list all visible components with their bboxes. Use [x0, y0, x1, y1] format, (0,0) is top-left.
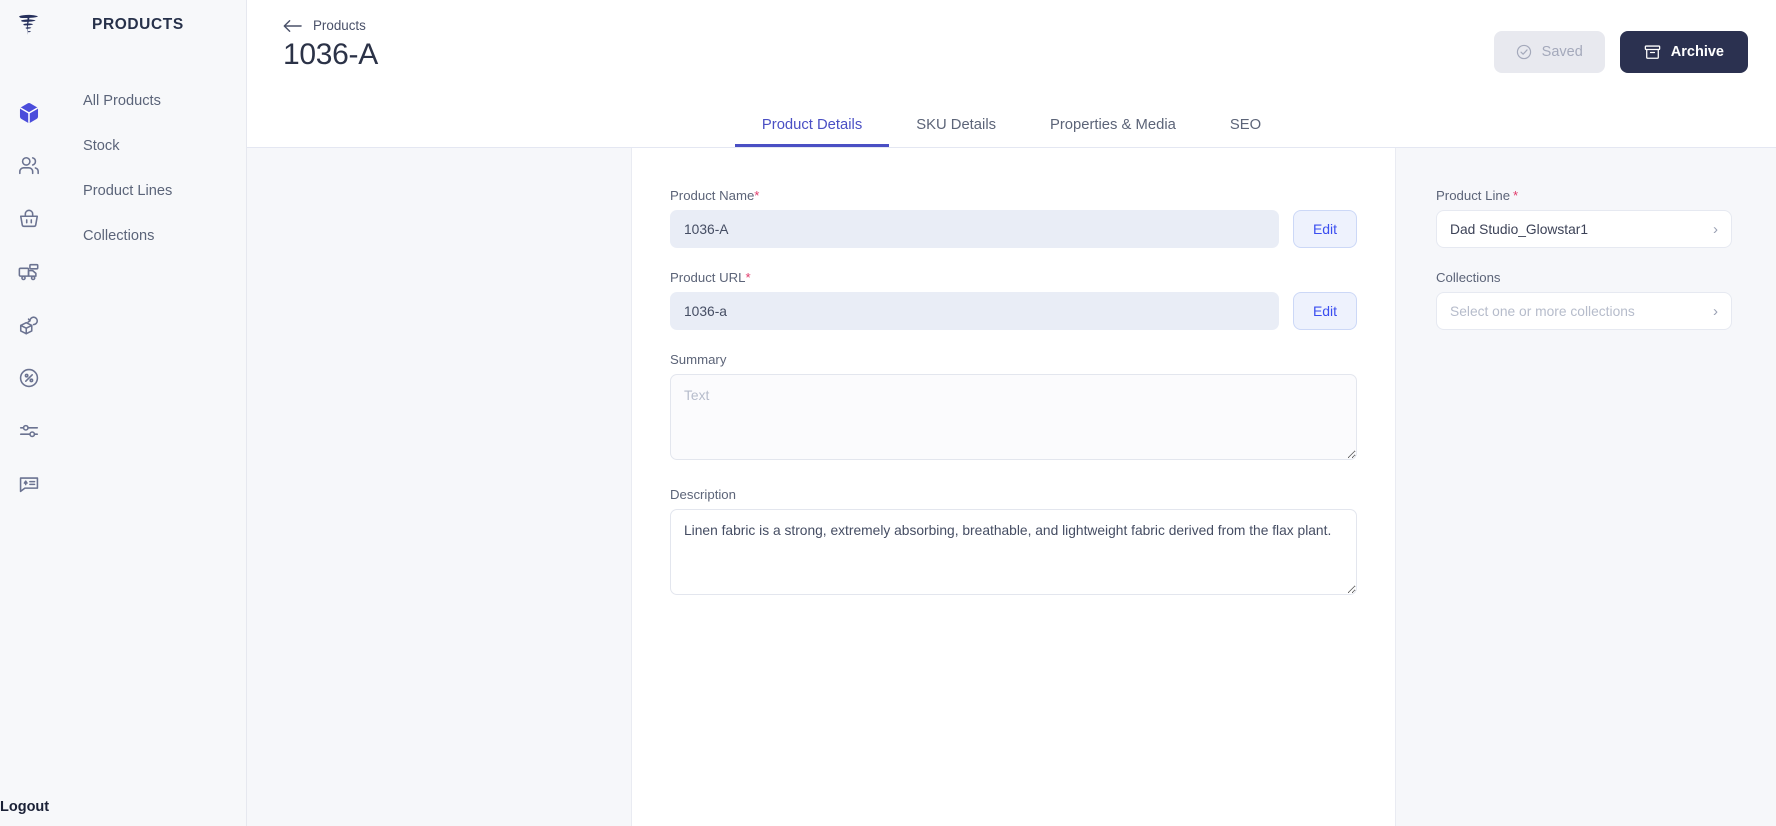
collections-select[interactable]: Select one or more collections › — [1436, 292, 1732, 330]
breadcrumb-label: Products — [313, 18, 366, 33]
edit-product-name-button[interactable]: Edit — [1293, 210, 1357, 248]
sidebar-item-label: Collections — [83, 228, 154, 244]
product-name-input[interactable] — [670, 210, 1279, 248]
sidebar-header: PRODUCTS — [0, 0, 246, 50]
left-gutter — [247, 148, 631, 826]
tab-seo[interactable]: SEO — [1203, 105, 1288, 147]
tab-label: SKU Details — [916, 117, 996, 133]
field-product-name: Product Name* Edit — [670, 188, 1357, 248]
tab-product-details[interactable]: Product Details — [735, 105, 889, 147]
chevron-right-icon: › — [1713, 222, 1718, 237]
product-url-row: Edit — [670, 292, 1357, 330]
page-header: Products 1036-A Saved — [247, 0, 1776, 106]
arrow-left-icon — [283, 19, 302, 33]
header-left: Products 1036-A — [283, 14, 1494, 72]
main-area: Products 1036-A Saved — [247, 0, 1776, 826]
field-product-url: Product URL* Edit — [670, 270, 1357, 330]
tab-label: Properties & Media — [1050, 117, 1176, 133]
check-circle-icon — [1516, 44, 1532, 60]
brand-title: PRODUCTS — [92, 16, 184, 34]
saved-label: Saved — [1542, 44, 1583, 60]
app-root: PRODUCTS — [0, 0, 1776, 826]
summary-label: Summary — [670, 352, 1357, 367]
tab-bar: Product Details SKU Details Properties &… — [247, 106, 1776, 148]
product-details-form: Product Name* Edit Product URL* Edit Sum… — [631, 148, 1396, 826]
sidebar-nav: All Products Stock Product Lines Collect… — [83, 78, 243, 258]
description-label: Description — [670, 487, 1357, 502]
field-product-line: Product Line* Dad Studio_Glowstar1 › — [1436, 188, 1732, 248]
product-line-select[interactable]: Dad Studio_Glowstar1 › — [1436, 210, 1732, 248]
required-marker: * — [746, 270, 751, 285]
edit-product-url-button[interactable]: Edit — [1293, 292, 1357, 330]
tab-label: SEO — [1230, 117, 1261, 133]
archive-box-icon — [1644, 44, 1661, 60]
sidebar-icon-percent-circle[interactable] — [0, 351, 58, 404]
sidebar-icon-rail — [0, 86, 58, 510]
breadcrumb[interactable]: Products — [283, 14, 366, 33]
sidebar-item-stock[interactable]: Stock — [83, 123, 243, 168]
sidebar-icon-basket[interactable] — [0, 192, 58, 245]
sidebar-icon-users[interactable] — [0, 139, 58, 192]
product-name-row: Edit — [670, 210, 1357, 248]
sidebar-item-product-lines[interactable]: Product Lines — [83, 168, 243, 213]
description-textarea[interactable]: Linen fabric is a strong, extremely abso… — [670, 509, 1357, 595]
tab-properties-media[interactable]: Properties & Media — [1023, 105, 1203, 147]
label-text: Product URL — [670, 270, 746, 285]
label-text: Product Name — [670, 188, 754, 203]
sidebar-item-label: Product Lines — [83, 183, 172, 199]
product-meta-panel: Product Line* Dad Studio_Glowstar1 › Col… — [1396, 148, 1776, 826]
tab-label: Product Details — [762, 117, 862, 133]
sidebar-icon-sliders[interactable] — [0, 404, 58, 457]
content-area: Product Name* Edit Product URL* Edit Sum… — [247, 148, 1776, 826]
page-title: 1036-A — [283, 38, 1494, 72]
collections-placeholder: Select one or more collections — [1450, 304, 1635, 319]
archive-label: Archive — [1671, 44, 1724, 60]
tab-sku-details[interactable]: SKU Details — [889, 105, 1023, 147]
sidebar-item-label: Stock — [83, 138, 120, 154]
sidebar-item-collections[interactable]: Collections — [83, 213, 243, 258]
sidebar-item-all-products[interactable]: All Products — [83, 78, 243, 123]
product-url-input[interactable] — [670, 292, 1279, 330]
required-marker: * — [1513, 188, 1518, 203]
sidebar-icon-box[interactable] — [0, 86, 58, 139]
sidebar-item-label: All Products — [83, 93, 161, 109]
tornado-logo-icon — [11, 8, 45, 42]
sidebar-icon-review-card[interactable] — [0, 457, 58, 510]
header-actions: Saved Archive — [1494, 14, 1748, 73]
product-name-label: Product Name* — [670, 188, 1357, 203]
sidebar: PRODUCTS — [0, 0, 247, 826]
sidebar-icon-returns-box[interactable] — [0, 298, 58, 351]
saved-button: Saved — [1494, 31, 1605, 73]
field-description: Description Linen fabric is a strong, ex… — [670, 487, 1357, 600]
field-summary: Summary — [670, 352, 1357, 465]
label-text: Product Line — [1436, 188, 1510, 203]
archive-button[interactable]: Archive — [1620, 31, 1748, 73]
summary-textarea[interactable] — [670, 374, 1357, 460]
sidebar-icon-delivery-truck[interactable] — [0, 245, 58, 298]
required-marker: * — [754, 188, 759, 203]
product-url-label: Product URL* — [670, 270, 1357, 285]
collections-label: Collections — [1436, 270, 1732, 285]
chevron-right-icon: › — [1713, 304, 1718, 319]
logout-button[interactable]: Logout — [0, 799, 49, 815]
product-line-label: Product Line* — [1436, 188, 1732, 203]
product-line-value: Dad Studio_Glowstar1 — [1450, 222, 1588, 237]
field-collections: Collections Select one or more collectio… — [1436, 270, 1732, 330]
